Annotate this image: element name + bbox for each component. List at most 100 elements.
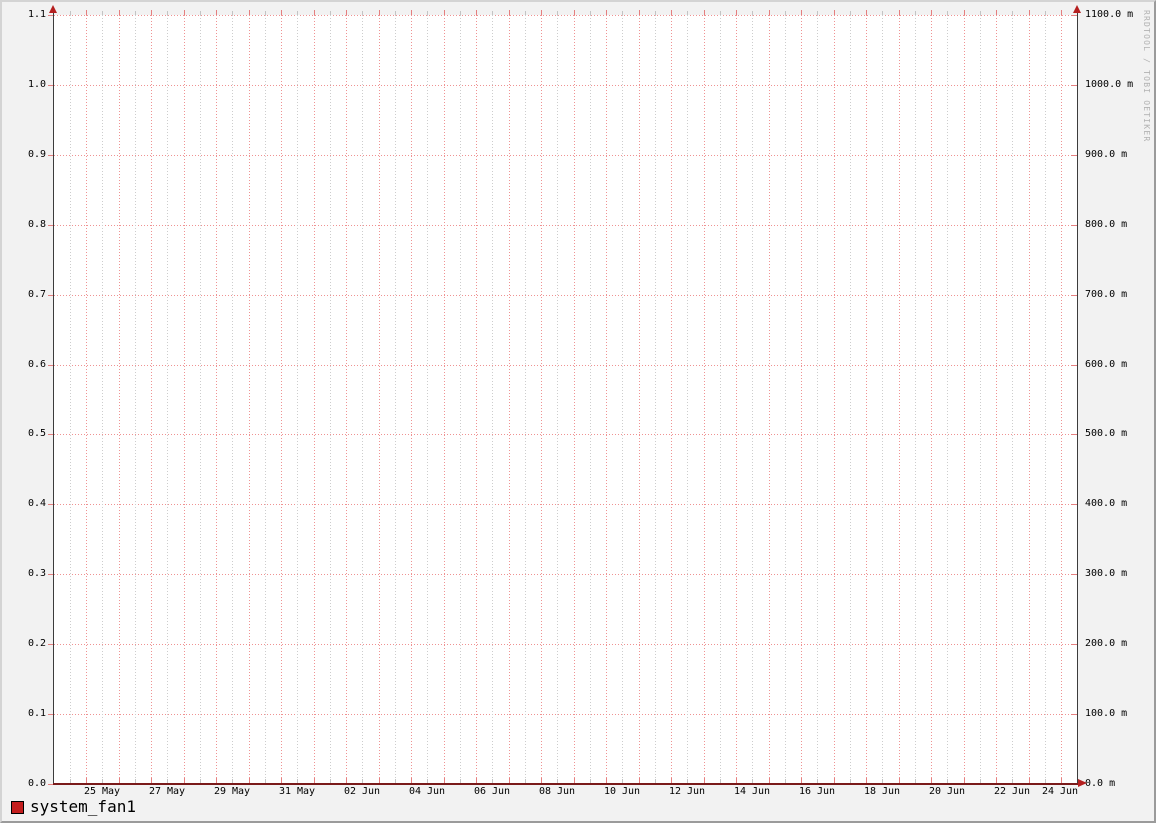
x-axis-label: 06 Jun: [473, 786, 511, 797]
gridline-major-vertical: [996, 15, 997, 784]
y-axis-label-left: 0.2: [27, 638, 46, 649]
x-tick-major-top: [216, 10, 217, 15]
rrdtool-graph: system_fan1 RRDTOOL / TOBI OETIKER 0.0 0.…: [0, 0, 1156, 823]
x-tick-minor-top: [200, 11, 201, 15]
x-tick-minor-top: [850, 11, 851, 15]
gridline-major-vertical: [119, 15, 120, 784]
x-axis-label: 02 Jun: [343, 786, 381, 797]
y-axis-label-left: 0.8: [27, 219, 46, 230]
x-tick-major-top: [964, 10, 965, 15]
y-axis-label-right: 200.0 m: [1085, 638, 1128, 649]
y-axis-right: [1077, 8, 1078, 784]
x-tick-major-top: [346, 10, 347, 15]
gridline-major-horizontal: [54, 504, 1077, 505]
x-tick-major-top: [704, 10, 705, 15]
gridline-minor-vertical: [720, 15, 721, 784]
y-axis-label-right: 800.0 m: [1085, 219, 1128, 230]
gridline-minor-vertical: [980, 15, 981, 784]
x-axis-label: 14 Jun: [733, 786, 771, 797]
x-tick-major-top: [444, 10, 445, 15]
gridline-major-vertical: [541, 15, 542, 784]
gridline-minor-vertical: [655, 15, 656, 784]
x-tick-minor-top: [70, 11, 71, 15]
legend-label: system_fan1: [30, 797, 136, 816]
gridline-minor-vertical: [590, 15, 591, 784]
gridline-major-horizontal: [54, 85, 1077, 86]
x-tick-major-top: [249, 10, 250, 15]
x-axis-label: 27 May: [148, 786, 186, 797]
x-tick-major-top: [996, 10, 997, 15]
gridline-minor-vertical: [492, 15, 493, 784]
plot-canvas: [54, 15, 1077, 784]
x-tick-major-top: [476, 10, 477, 15]
y-axis-label-left: 0.9: [27, 149, 46, 160]
x-tick-minor-top: [915, 11, 916, 15]
gridline-minor-vertical: [70, 15, 71, 784]
x-axis-label: 12 Jun: [668, 786, 706, 797]
gridline-minor-vertical: [1012, 15, 1013, 784]
axis-arrow-up-left: [49, 5, 57, 13]
y-axis-label-left: 1.0: [27, 79, 46, 90]
gridline-major-vertical: [704, 15, 705, 784]
x-tick-major-top: [509, 10, 510, 15]
x-tick-major-top: [736, 10, 737, 15]
x-tick-minor-top: [362, 11, 363, 15]
gridline-major-vertical: [476, 15, 477, 784]
x-tick-minor-top: [395, 11, 396, 15]
gridline-minor-vertical: [460, 15, 461, 784]
x-tick-minor-top: [557, 11, 558, 15]
gridline-minor-vertical: [265, 15, 266, 784]
gridline-major-horizontal: [54, 225, 1077, 226]
x-tick-minor-top: [947, 11, 948, 15]
x-axis-baseline: [53, 783, 1078, 785]
gridline-major-horizontal: [54, 295, 1077, 296]
x-tick-minor-top: [817, 11, 818, 15]
gridline-major-horizontal: [54, 365, 1077, 366]
gridline-minor-vertical: [330, 15, 331, 784]
y-axis-label-right: 500.0 m: [1085, 428, 1128, 439]
gridline-major-vertical: [509, 15, 510, 784]
gridline-major-horizontal: [54, 644, 1077, 645]
axis-arrow-right: [1078, 779, 1087, 787]
gridline-minor-vertical: [525, 15, 526, 784]
gridline-minor-vertical: [362, 15, 363, 784]
y-axis-label-right: 100.0 m: [1085, 708, 1128, 719]
x-tick-minor-top: [167, 11, 168, 15]
gridline-major-vertical: [574, 15, 575, 784]
gridline-minor-vertical: [752, 15, 753, 784]
y-axis-label-left: 0.1: [27, 708, 46, 719]
gridline-minor-vertical: [395, 15, 396, 784]
gridline-major-vertical: [281, 15, 282, 784]
x-tick-minor-top: [460, 11, 461, 15]
gridline-major-horizontal: [54, 434, 1077, 435]
y-axis-label-left: 1.1: [27, 9, 46, 20]
y-axis-label-left: 0.7: [27, 289, 46, 300]
gridline-major-vertical: [249, 15, 250, 784]
y-axis-left: [53, 8, 54, 784]
x-axis-label: 08 Jun: [538, 786, 576, 797]
gridline-major-vertical: [1029, 15, 1030, 784]
y-axis-label-left: 0.5: [27, 428, 46, 439]
x-axis-label: 16 Jun: [798, 786, 836, 797]
x-tick-major-top: [866, 10, 867, 15]
x-tick-major-top: [606, 10, 607, 15]
x-tick-major-top: [281, 10, 282, 15]
y-axis-label-right: 1000.0 m: [1085, 79, 1134, 90]
y-axis-label-right: 400.0 m: [1085, 498, 1128, 509]
x-tick-major-top: [574, 10, 575, 15]
axis-arrow-up-right: [1073, 5, 1081, 13]
gridline-major-horizontal: [54, 574, 1077, 575]
gridline-major-vertical: [314, 15, 315, 784]
rrdtool-watermark: RRDTOOL / TOBI OETIKER: [1142, 10, 1151, 143]
x-axis-label: 20 Jun: [928, 786, 966, 797]
x-tick-minor-top: [687, 11, 688, 15]
gridline-major-vertical: [379, 15, 380, 784]
gridline-minor-vertical: [817, 15, 818, 784]
x-tick-minor-top: [882, 11, 883, 15]
gridline-minor-vertical: [622, 15, 623, 784]
y-axis-label-left: 0.3: [27, 568, 46, 579]
x-tick-major-top: [1029, 10, 1030, 15]
gridline-major-horizontal: [54, 714, 1077, 715]
gridline-major-vertical: [151, 15, 152, 784]
x-tick-minor-top: [752, 11, 753, 15]
